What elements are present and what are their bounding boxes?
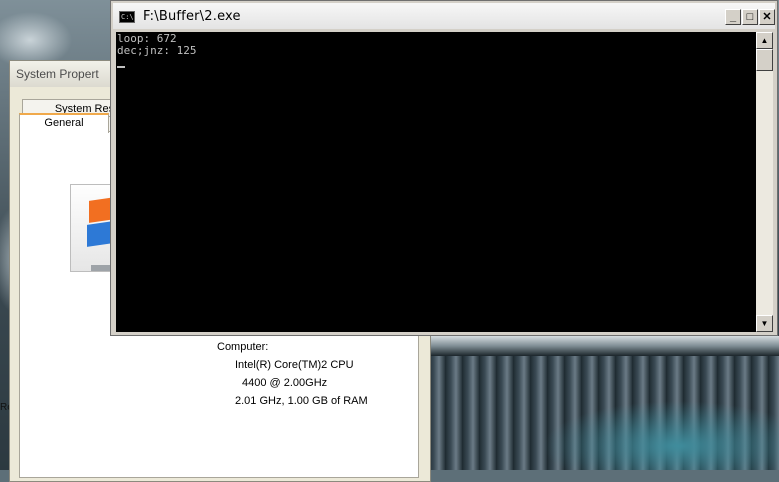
wallpaper-bank bbox=[428, 336, 779, 356]
console-title: F:\Buffer\2.exe bbox=[143, 9, 241, 24]
scroll-up-arrow-icon[interactable]: ▲ bbox=[756, 32, 773, 49]
console-line: dec;jnz: 125 bbox=[117, 44, 197, 57]
cpu-name-line1: Intel(R) Core(TM)2 CPU bbox=[235, 359, 354, 371]
console-window[interactable]: C:\ F:\Buffer\2.exe _ □ ✕ loop: 672 dec;j… bbox=[110, 0, 778, 336]
tab-general[interactable]: General bbox=[19, 113, 109, 133]
scroll-down-arrow-icon[interactable]: ▼ bbox=[756, 315, 773, 332]
console-output-area[interactable]: loop: 672 dec;jnz: 125 bbox=[116, 32, 756, 332]
scroll-thumb[interactable] bbox=[756, 49, 773, 71]
computer-label: Computer: bbox=[217, 341, 269, 353]
wallpaper-water bbox=[428, 336, 779, 470]
console-output-text: loop: 672 dec;jnz: 125 bbox=[117, 33, 196, 57]
cpu-speed-ram: 2.01 GHz, 1.00 GB of RAM bbox=[235, 395, 368, 407]
console-scrollbar[interactable]: ▲ ▼ bbox=[756, 32, 773, 332]
console-cursor bbox=[117, 66, 125, 68]
minimize-button[interactable]: _ bbox=[725, 9, 741, 25]
console-title-bar[interactable]: C:\ F:\Buffer\2.exe _ □ ✕ bbox=[113, 3, 775, 29]
maximize-button[interactable]: □ bbox=[742, 9, 758, 25]
console-icon[interactable]: C:\ bbox=[119, 11, 135, 23]
close-button[interactable]: ✕ bbox=[759, 9, 775, 25]
cpu-name-line2: 4400 @ 2.00GHz bbox=[242, 377, 328, 389]
